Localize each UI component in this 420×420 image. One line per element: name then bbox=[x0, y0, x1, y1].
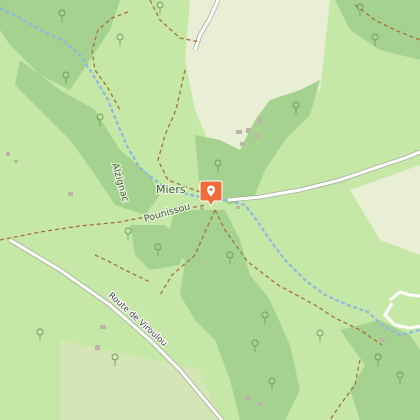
map-view[interactable]: Miers Pounissou Alzignac Route de Viroul… bbox=[0, 0, 420, 420]
map-pin-icon bbox=[199, 180, 223, 207]
location-marker[interactable] bbox=[199, 180, 223, 207]
map-canvas[interactable]: Miers Pounissou Alzignac Route de Viroul… bbox=[0, 0, 420, 420]
label-village-miers: Miers bbox=[156, 183, 186, 196]
